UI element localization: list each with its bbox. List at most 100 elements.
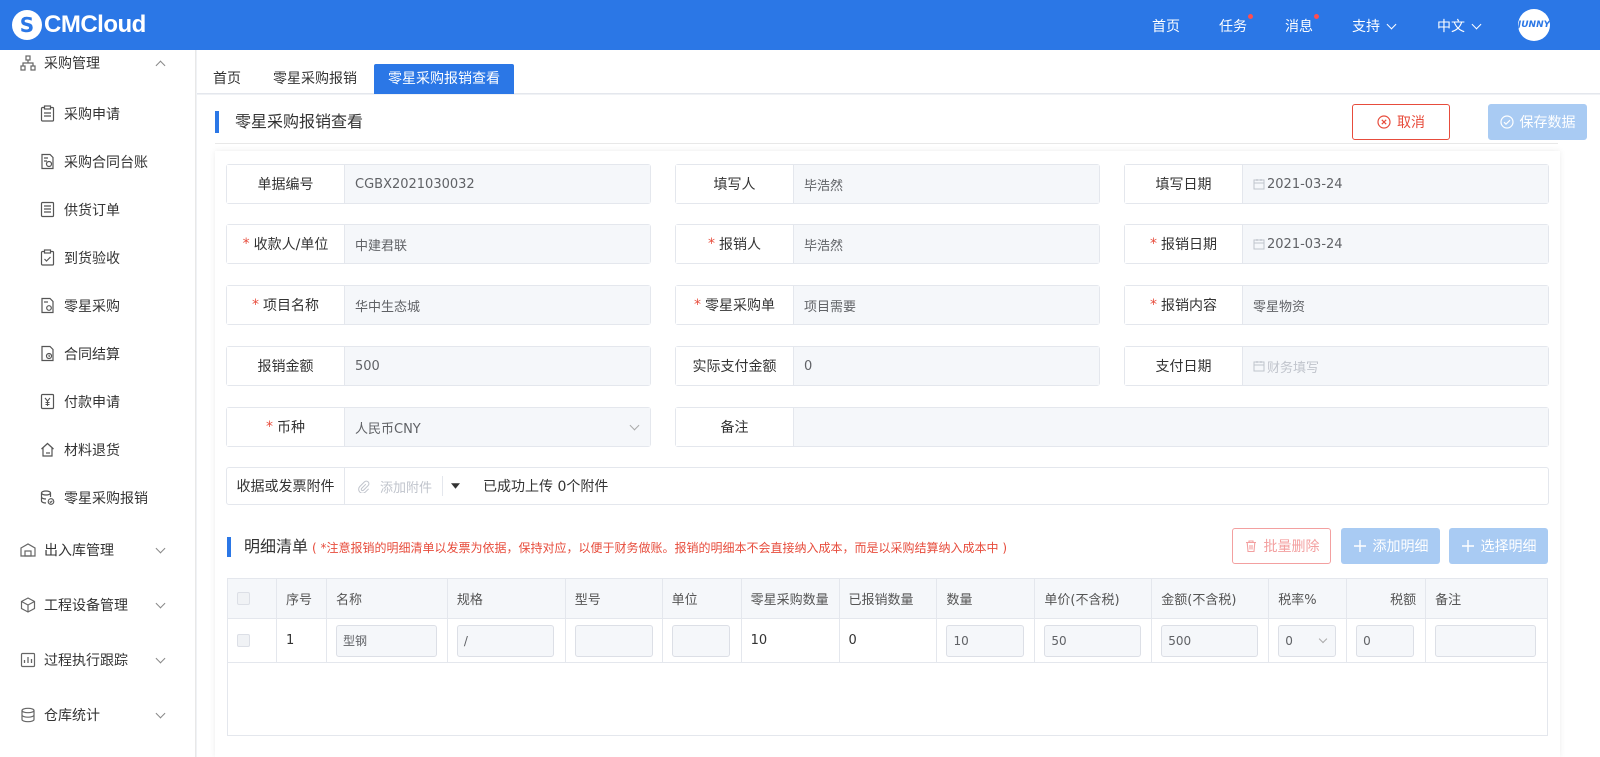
field-label-text: 报销人 [719,237,761,253]
batch-delete-label: 批量删除 [1263,539,1320,555]
sidebar-item-sporadic-reimbursement[interactable]: 零星采购报销 [0,478,196,518]
amount-input[interactable]: 500 [345,347,650,385]
sidebar-group-tracking[interactable]: 过程执行跟踪 [0,640,196,680]
name-input[interactable]: 型钢 [335,624,437,657]
required-mark: * [708,236,715,252]
required-mark: * [1150,236,1157,252]
tax-rate-select[interactable]: 0 [1278,624,1337,657]
top-header: S CMCloud 首页 任务 消息 支持 中文 JUNNY [0,0,1600,50]
select-detail-button[interactable]: 选择明细 [1449,528,1548,564]
claimant-field: * 报销人 毕浩然 [675,224,1100,264]
sidebar-group-purchase[interactable]: 采购管理 [0,43,196,83]
divider [215,143,1558,144]
qty-input[interactable]: 10 [946,624,1025,657]
order-input[interactable]: 项目需要 [794,286,1099,324]
required-mark: * [1150,297,1157,313]
currency-value: 人民币CNY [355,421,421,437]
add-detail-button[interactable]: 添加明细 [1341,528,1440,564]
org-chart-icon [20,55,36,71]
required-mark: * [252,297,259,313]
sidebar-group-label: 工程设备管理 [44,598,128,614]
add-attachment-button[interactable]: 添加附件 [357,477,432,496]
qty-cell: 10 [937,619,1036,662]
chart-doc-icon [20,652,36,668]
claim-date-value: 2021-03-24 [1267,236,1343,252]
nav-home[interactable]: 首页 [1152,16,1180,36]
payee-input[interactable]: 中建君联 [345,225,650,263]
chevron-down-icon [155,598,166,609]
language-select[interactable]: 中文 [1437,16,1482,36]
amount-input[interactable]: 500 [1161,624,1259,657]
sidebar-group-warehouse-stats[interactable]: 仓库统计 [0,695,196,735]
sidebar-item-arrival-inspection[interactable]: 到货验收 [0,238,196,278]
select-all-checkbox[interactable] [237,592,250,605]
price-input[interactable]: 50 [1044,624,1142,657]
chevron-down-icon [1318,634,1328,643]
sidebar-item-sporadic-purchase[interactable]: 零星采购 [0,286,196,326]
tab-home[interactable]: 首页 [213,64,241,94]
claimant-input[interactable]: 毕浩然 [794,225,1099,263]
currency-select[interactable]: 人民币CNY [345,408,650,446]
writer-input[interactable]: 毕浩然 [794,165,1099,203]
column-header: 名称 [327,579,448,618]
nav-tasks-label: 任务 [1219,19,1247,35]
doc-no-input[interactable]: CGBX2021030032 [345,165,650,203]
brand-name: CMCloud [44,11,146,38]
nav-support[interactable]: 支持 [1352,16,1397,36]
chevron-down-icon [1386,19,1397,30]
save-button[interactable]: 保存数据 [1488,104,1587,140]
nav-support-label: 支持 [1352,19,1380,35]
tab-sporadic-reimbursement[interactable]: 零星采购报销 [273,64,357,94]
sidebar-item-payment-request[interactable]: 付款申请 [0,382,196,422]
avatar[interactable]: JUNNY [1518,9,1550,41]
project-input[interactable]: 华中生态城 [345,286,650,324]
sidebar-item-material-return[interactable]: 材料退货 [0,430,196,470]
nav-messages[interactable]: 消息 [1285,14,1319,36]
sidebar: 采购管理 采购申请 采购合同台账 供货订单 到货验收 零星采购 合同结算 付款申… [0,50,196,757]
write-date-input[interactable]: 2021-03-24 [1243,165,1548,203]
claim-date-input[interactable]: 2021-03-24 [1243,225,1548,263]
field-label-text: 收款人/单位 [253,237,329,253]
row-checkbox[interactable] [237,634,250,647]
sidebar-group-equipment[interactable]: 工程设备管理 [0,585,196,625]
table-row: 1 型钢 / 10 0 10 50 500 0 0 [228,619,1547,663]
pay-date-input[interactable]: 财务填写 [1243,347,1548,385]
sidebar-item-supply-order[interactable]: 供货订单 [0,190,196,230]
sidebar-group-label: 仓库统计 [44,708,100,724]
tax-input[interactable]: 0 [1356,624,1415,657]
sidebar-item-contract-ledger[interactable]: 采购合同台账 [0,142,196,182]
brand-logo[interactable]: S CMCloud [12,10,146,40]
remark-input[interactable] [794,408,1548,446]
unit-input[interactable] [671,624,730,657]
remark-field: 备注 [675,407,1549,447]
trash-icon [1245,540,1256,553]
nav-tasks[interactable]: 任务 [1219,14,1253,36]
table-header: 序号 名称 规格 型号 单位 零星采购数量 已报销数量 数量 单价(不含税) 金… [228,579,1547,619]
spec-input[interactable]: / [456,624,554,657]
sidebar-group-label: 采购管理 [44,56,100,72]
sidebar-item-label: 零星采购报销 [64,491,148,507]
payee-field: * 收款人/单位 中建君联 [226,224,651,264]
document-gear-icon [41,297,54,314]
sidebar-item-purchase-request[interactable]: 采购申请 [0,94,196,134]
batch-delete-button[interactable]: 批量删除 [1232,528,1331,564]
sidebar-item-label: 合同结算 [64,347,120,363]
house-return-icon [41,442,54,457]
field-label: * 币种 [227,408,345,446]
tab-sporadic-reimbursement-view[interactable]: 零星采购报销查看 [374,64,514,94]
sidebar-group-label: 过程执行跟踪 [44,653,128,669]
field-label-text: 币种 [277,420,305,436]
cancel-button[interactable]: 取消 [1352,104,1450,140]
nav-messages-label: 消息 [1285,19,1313,35]
actual-paid-input[interactable]: 0 [794,347,1099,385]
model-input[interactable] [574,624,653,657]
attachment-row: 收据或发票附件 添加附件 已成功上传 0个附件 [226,467,1549,505]
remark-input[interactable] [1435,624,1537,657]
sidebar-item-contract-settlement[interactable]: 合同结算 [0,334,196,374]
plus-icon [1353,540,1366,552]
caret-down-icon[interactable] [451,483,461,489]
field-label: 填写日期 [1125,165,1243,203]
sidebar-group-inout[interactable]: 出入库管理 [0,530,196,570]
document-search-icon [41,153,54,170]
content-input[interactable]: 零星物资 [1243,286,1548,324]
